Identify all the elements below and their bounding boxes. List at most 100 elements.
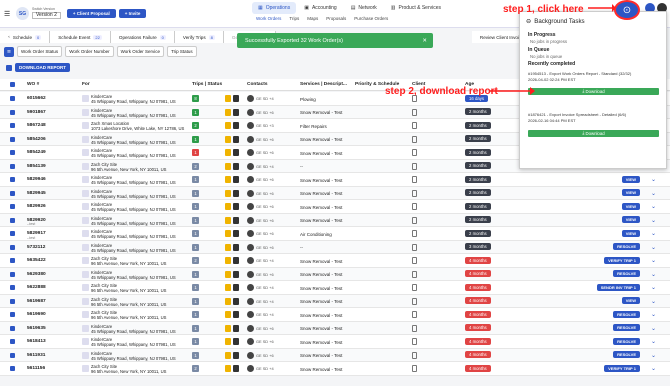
row-checkbox[interactable]: [10, 163, 15, 169]
client-document-icon[interactable]: [412, 135, 417, 143]
table-row[interactable]: 5829926 KinderCare 45 Whippany Road, Whipp…: [0, 200, 670, 214]
client-document-icon[interactable]: [412, 311, 417, 318]
header-checkbox[interactable]: [10, 82, 15, 87]
table-row[interactable]: 5732112 KinderCare 45 Whippany Road, Whipp…: [0, 240, 670, 254]
contacts-summary[interactable]: GE SD +6: [256, 245, 274, 250]
table-row[interactable]: 5619687 Zach City Site 96 5th Avenue, New …: [0, 294, 670, 308]
version-select[interactable]: Version 2: [32, 11, 61, 20]
table-row[interactable]: 5611931 KinderCare 45 Whippany Road, Whipp…: [0, 348, 670, 362]
wo-number[interactable]: 5854139: [27, 164, 46, 169]
row-action-button[interactable]: RESOLVE: [613, 324, 640, 331]
row-checkbox[interactable]: [10, 204, 15, 209]
row-checkbox[interactable]: [10, 366, 15, 371]
client-document-icon[interactable]: [412, 338, 417, 345]
client-document-icon[interactable]: [412, 122, 417, 129]
contacts-summary[interactable]: GE SD +6: [256, 272, 274, 277]
col-for[interactable]: For: [82, 82, 90, 87]
trip-count-badge[interactable]: 2: [192, 162, 199, 170]
row-checkbox[interactable]: [10, 325, 15, 331]
client-document-icon[interactable]: [412, 324, 417, 332]
table-row[interactable]: 5619690 Zach City Site 96 5th Avenue, New …: [0, 308, 670, 322]
col-contacts[interactable]: Contacts: [247, 82, 268, 87]
wo-number[interactable]: 6015662: [27, 96, 46, 101]
chevron-down-icon[interactable]: ⌄: [651, 284, 656, 291]
client-document-icon[interactable]: [412, 257, 417, 264]
trip-count-badge[interactable]: 1: [192, 270, 199, 278]
wo-number[interactable]: 5829946: [27, 177, 46, 182]
row-action-button[interactable]: VIEW: [621, 216, 640, 223]
contacts-summary[interactable]: GE SD +6: [256, 218, 274, 223]
filter-trip-status[interactable]: Trip Status: [167, 46, 197, 57]
row-checkbox[interactable]: [10, 244, 15, 250]
tab-verify-trips[interactable]: Verify Trips 8: [174, 31, 224, 43]
chevron-down-icon[interactable]: ⌄: [651, 217, 656, 224]
wo-number[interactable]: 5635422: [27, 258, 46, 263]
trip-count-badge[interactable]: 1: [192, 297, 199, 305]
menu-icon[interactable]: ☰: [4, 10, 16, 18]
trip-count-badge[interactable]: 1: [192, 135, 199, 143]
trip-count-badge[interactable]: 1: [192, 311, 199, 318]
client-document-icon[interactable]: [412, 284, 417, 291]
contacts-summary[interactable]: GE SD +4: [256, 96, 274, 101]
tab-schedule-event[interactable]: Schedule Event 22: [50, 31, 111, 43]
row-action-button[interactable]: SENDR INV TRIP 1: [596, 283, 640, 291]
version-switcher[interactable]: Switch Version Version 2: [32, 7, 61, 20]
nav-products-services[interactable]: ▥ Product & Services: [385, 2, 447, 14]
client-document-icon[interactable]: [412, 108, 417, 116]
client-document-icon[interactable]: [412, 162, 417, 170]
row-checkbox[interactable]: [10, 177, 15, 182]
subnav-trips[interactable]: Trips: [289, 16, 299, 21]
row-checkbox[interactable]: [10, 123, 15, 128]
tab-schedule[interactable]: ‹ Schedule 0: [0, 31, 51, 43]
contacts-summary[interactable]: GE SD +4: [256, 285, 274, 290]
chevron-down-icon[interactable]: ⌄: [651, 352, 656, 359]
wo-number[interactable]: 5732112: [27, 245, 45, 250]
contacts-summary[interactable]: GE SD +6: [256, 110, 274, 115]
contacts-summary[interactable]: GE SD +6: [256, 326, 274, 331]
row-checkbox[interactable]: [10, 339, 15, 344]
row-action-button[interactable]: RESOLVE: [613, 337, 640, 345]
nav-accounting[interactable]: ▣ Accounting: [298, 2, 342, 14]
chevron-left-icon[interactable]: ‹: [8, 35, 10, 40]
table-row[interactable]: 5618413 KinderCare 45 Whippany Road, Whipp…: [0, 335, 670, 349]
wo-number[interactable]: 5611931: [27, 353, 45, 358]
chevron-down-icon[interactable]: ⌄: [651, 365, 656, 372]
row-action-button[interactable]: RESOLVE: [613, 243, 640, 250]
background-tasks-icon[interactable]: ⊙: [614, 0, 640, 20]
trip-count-badge[interactable]: 2: [192, 257, 199, 264]
trip-count-badge[interactable]: 1: [192, 338, 199, 345]
chevron-down-icon[interactable]: ⌄: [651, 257, 656, 264]
trip-count-badge[interactable]: 1: [192, 108, 199, 116]
row-checkbox[interactable]: [10, 231, 15, 236]
invite-button[interactable]: + Invite: [118, 9, 147, 18]
filter-toggle-icon[interactable]: ≡: [4, 46, 14, 57]
row-checkbox[interactable]: [10, 109, 15, 115]
contacts-summary[interactable]: GE SD +6: [256, 231, 274, 236]
trip-count-badge[interactable]: 8: [192, 95, 199, 102]
client-document-icon[interactable]: [412, 351, 417, 359]
contacts-summary[interactable]: GE SD +4: [256, 366, 274, 371]
nav-operations[interactable]: ▦ Operations: [252, 2, 297, 14]
row-checkbox[interactable]: [10, 150, 15, 155]
wo-number[interactable]: 5854206: [27, 137, 46, 142]
row-checkbox[interactable]: [10, 136, 15, 142]
wo-number[interactable]: 5622888: [27, 285, 46, 290]
trip-count-badge[interactable]: 1: [192, 230, 199, 237]
trip-count-badge[interactable]: 1: [192, 324, 199, 332]
row-checkbox[interactable]: [10, 352, 15, 358]
row-checkbox[interactable]: [10, 298, 15, 304]
wo-number[interactable]: 5854249: [27, 150, 46, 155]
row-action-button[interactable]: VERIFY TRIP 1: [604, 256, 640, 264]
row-action-button[interactable]: RESOLVE: [613, 310, 640, 318]
contacts-summary[interactable]: GE SD +6: [256, 353, 274, 358]
row-checkbox[interactable]: [10, 258, 15, 263]
row-action-button[interactable]: VERIFY TRIP 1: [604, 364, 640, 372]
contacts-summary[interactable]: GE SD +6: [256, 137, 274, 142]
download-job-button[interactable]: ⤓ Download: [528, 88, 659, 95]
client-document-icon[interactable]: [412, 176, 417, 183]
download-report-button[interactable]: DOWNLOAD REPORT: [15, 63, 70, 72]
wo-number[interactable]: 5829945: [27, 191, 46, 196]
row-action-button[interactable]: VIEW: [621, 175, 640, 183]
trip-count-badge[interactable]: 1: [192, 203, 199, 210]
trip-count-badge[interactable]: 1: [192, 216, 199, 224]
